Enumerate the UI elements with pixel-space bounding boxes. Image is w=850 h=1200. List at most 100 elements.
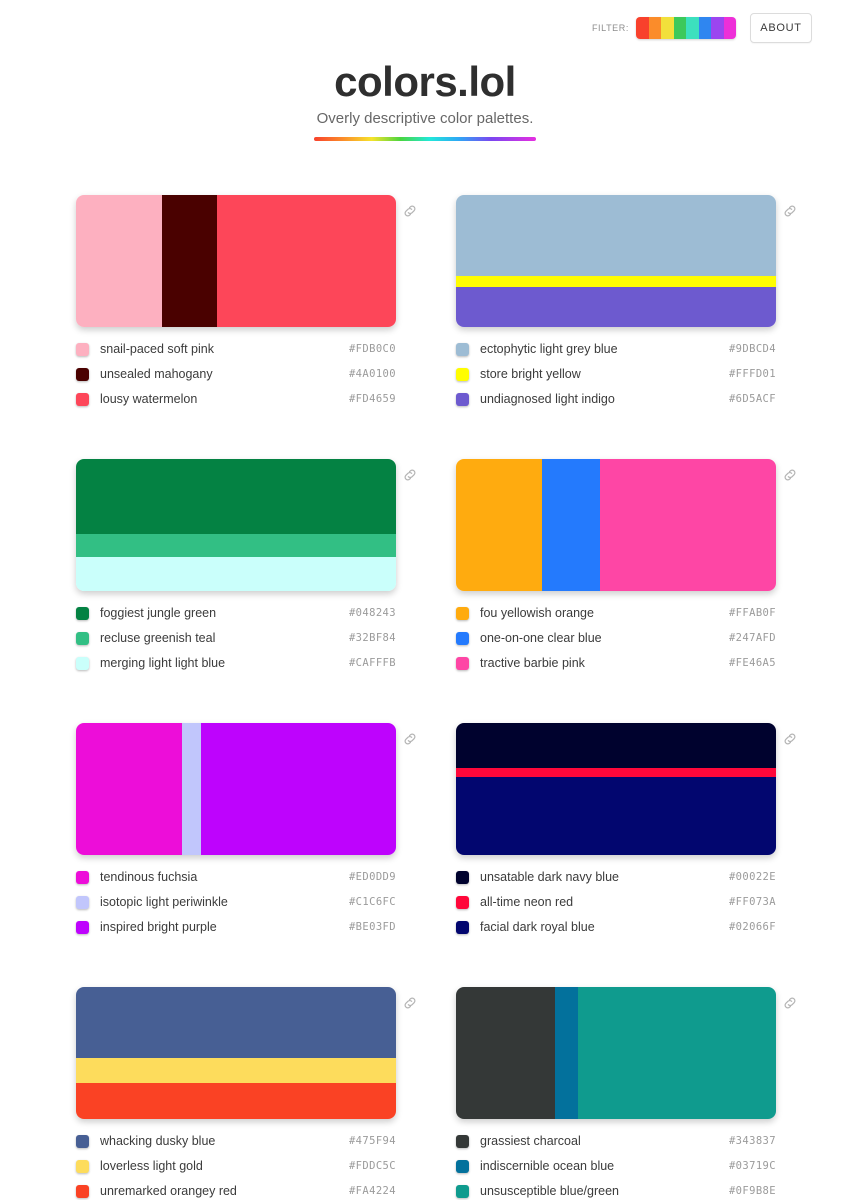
- palette-swatch-stack[interactable]: [76, 987, 396, 1119]
- color-row[interactable]: snail-paced soft pink #FDB0C0: [76, 341, 396, 357]
- palette-band[interactable]: [76, 1058, 396, 1084]
- color-row[interactable]: tendinous fuchsia #ED0DD9: [76, 869, 396, 885]
- palette-band[interactable]: [456, 767, 776, 778]
- color-hex-value[interactable]: #FD4659: [349, 393, 396, 405]
- palette-band[interactable]: [456, 723, 776, 768]
- color-hex-value[interactable]: #ED0DD9: [349, 871, 396, 883]
- color-hex-value[interactable]: #FFAB0F: [729, 607, 776, 619]
- palette-band[interactable]: [542, 459, 600, 591]
- color-hex-value[interactable]: #FDDC5C: [349, 1160, 396, 1172]
- palette-band[interactable]: [76, 195, 163, 327]
- palette-band[interactable]: [76, 987, 396, 1059]
- color-row[interactable]: one-on-one clear blue #247AFD: [456, 630, 776, 646]
- color-row[interactable]: inspired bright purple #BE03FD: [76, 919, 396, 935]
- color-hex-value[interactable]: #03719C: [729, 1160, 776, 1172]
- palette-swatch-stack[interactable]: [456, 195, 776, 327]
- palette-swatch-stack[interactable]: [76, 723, 396, 855]
- color-row[interactable]: grassiest charcoal #343837: [456, 1133, 776, 1149]
- color-hex-value[interactable]: #FA4224: [349, 1185, 396, 1197]
- color-hex-value[interactable]: #CAFFFB: [349, 657, 396, 669]
- color-row[interactable]: store bright yellow #FFFD01: [456, 366, 776, 382]
- color-hex-value[interactable]: #FE46A5: [729, 657, 776, 669]
- color-row[interactable]: unsatable dark navy blue #00022E: [456, 869, 776, 885]
- palette-band[interactable]: [76, 534, 396, 557]
- filter-swatch-button[interactable]: [636, 17, 736, 39]
- color-hex-value[interactable]: #FF073A: [729, 896, 776, 908]
- link-icon[interactable]: [402, 467, 418, 483]
- color-row[interactable]: foggiest jungle green #048243: [76, 605, 396, 621]
- color-row[interactable]: recluse greenish teal #32BF84: [76, 630, 396, 646]
- palette-swatch-stack[interactable]: [76, 459, 396, 591]
- color-hex-value[interactable]: #475F94: [349, 1135, 396, 1147]
- filter-swatch-band[interactable]: [711, 17, 724, 39]
- color-hex-value[interactable]: #343837: [729, 1135, 776, 1147]
- palette-swatch-stack[interactable]: [76, 195, 396, 327]
- palette-band[interactable]: [200, 723, 396, 855]
- color-hex-value[interactable]: #02066F: [729, 921, 776, 933]
- color-row[interactable]: undiagnosed light indigo #6D5ACF: [456, 391, 776, 407]
- palette-band[interactable]: [76, 1083, 396, 1119]
- link-icon[interactable]: [782, 995, 798, 1011]
- about-button[interactable]: ABOUT: [750, 13, 812, 43]
- color-row[interactable]: isotopic light periwinkle #C1C6FC: [76, 894, 396, 910]
- color-hex-value[interactable]: #00022E: [729, 871, 776, 883]
- color-hex-value[interactable]: #FDB0C0: [349, 343, 396, 355]
- palette-band[interactable]: [216, 195, 396, 327]
- palette-band[interactable]: [181, 723, 201, 855]
- color-hex-value[interactable]: #FFFD01: [729, 368, 776, 380]
- link-icon[interactable]: [782, 467, 798, 483]
- color-row[interactable]: unsealed mahogany #4A0100: [76, 366, 396, 382]
- color-row[interactable]: loverless light gold #FDDC5C: [76, 1158, 396, 1174]
- palette-band[interactable]: [577, 987, 776, 1119]
- palette-band[interactable]: [456, 459, 543, 591]
- filter-swatch-band[interactable]: [686, 17, 699, 39]
- color-hex-value[interactable]: #9DBCD4: [729, 343, 776, 355]
- palette-band[interactable]: [456, 287, 776, 327]
- color-row[interactable]: unremarked orangey red #FA4224: [76, 1183, 396, 1199]
- color-hex-value[interactable]: #4A0100: [349, 368, 396, 380]
- link-icon[interactable]: [402, 995, 418, 1011]
- color-row[interactable]: whacking dusky blue #475F94: [76, 1133, 396, 1149]
- color-hex-value[interactable]: #048243: [349, 607, 396, 619]
- color-row[interactable]: unsusceptible blue/green #0F9B8E: [456, 1183, 776, 1199]
- link-icon[interactable]: [402, 731, 418, 747]
- link-icon[interactable]: [402, 203, 418, 219]
- color-hex-value[interactable]: #247AFD: [729, 632, 776, 644]
- palette-band[interactable]: [76, 723, 182, 855]
- color-hex-value[interactable]: #32BF84: [349, 632, 396, 644]
- filter-swatch-band[interactable]: [636, 17, 649, 39]
- link-icon[interactable]: [782, 203, 798, 219]
- color-hex-value[interactable]: #0F9B8E: [729, 1185, 776, 1197]
- link-icon[interactable]: [782, 731, 798, 747]
- filter-swatch-band[interactable]: [648, 17, 661, 39]
- filter-swatch-band[interactable]: [698, 17, 711, 39]
- color-chip: [76, 367, 89, 381]
- color-hex-value[interactable]: #BE03FD: [349, 921, 396, 933]
- color-row[interactable]: ectophytic light grey blue #9DBCD4: [456, 341, 776, 357]
- color-row[interactable]: merging light light blue #CAFFFB: [76, 655, 396, 671]
- color-row[interactable]: fou yellowish orange #FFAB0F: [456, 605, 776, 621]
- palette-band[interactable]: [456, 987, 556, 1119]
- palette-band[interactable]: [555, 987, 578, 1119]
- palette-swatch-stack[interactable]: [456, 987, 776, 1119]
- palette-band[interactable]: [599, 459, 776, 591]
- color-hex-value[interactable]: #6D5ACF: [729, 393, 776, 405]
- palette-band[interactable]: [456, 777, 776, 855]
- color-row[interactable]: facial dark royal blue #02066F: [456, 919, 776, 935]
- palette-band[interactable]: [456, 275, 776, 288]
- color-row[interactable]: indiscernible ocean blue #03719C: [456, 1158, 776, 1174]
- palette-band[interactable]: [76, 459, 396, 535]
- palette-card: grassiest charcoal #343837 indiscernible o…: [456, 987, 796, 1199]
- palette-swatch-stack[interactable]: [456, 459, 776, 591]
- palette-band[interactable]: [76, 556, 396, 591]
- filter-swatch-band[interactable]: [723, 17, 736, 39]
- palette-band[interactable]: [456, 195, 776, 276]
- color-row[interactable]: all-time neon red #FF073A: [456, 894, 776, 910]
- color-row[interactable]: lousy watermelon #FD4659: [76, 391, 396, 407]
- filter-swatch-band[interactable]: [673, 17, 686, 39]
- color-hex-value[interactable]: #C1C6FC: [349, 896, 396, 908]
- palette-band[interactable]: [162, 195, 217, 327]
- palette-swatch-stack[interactable]: [456, 723, 776, 855]
- color-row[interactable]: tractive barbie pink #FE46A5: [456, 655, 776, 671]
- filter-swatch-band[interactable]: [661, 17, 674, 39]
